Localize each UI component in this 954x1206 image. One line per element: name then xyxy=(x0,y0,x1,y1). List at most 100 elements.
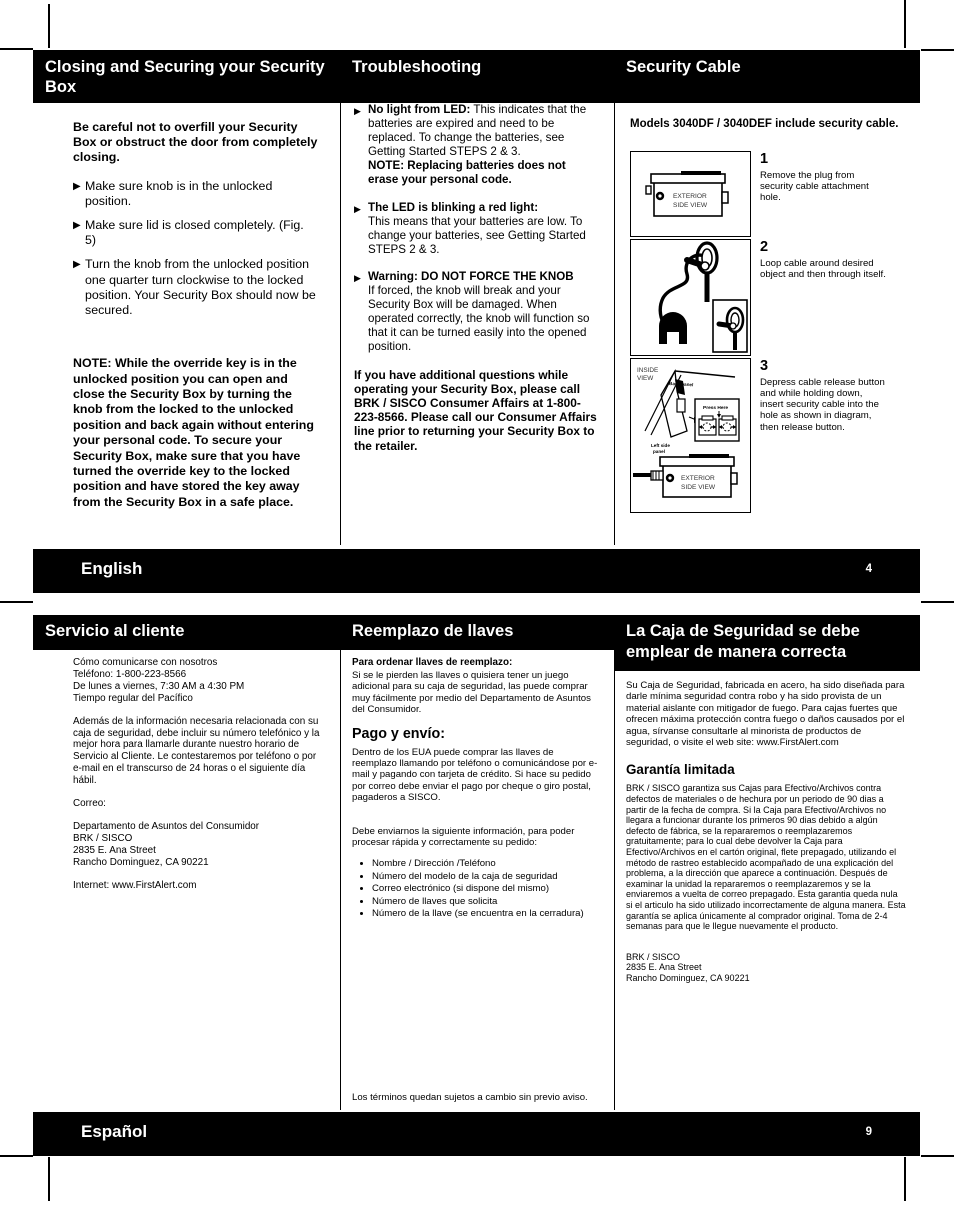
servicio-address-line-1: Departamento de Asuntos del Consumidor xyxy=(73,820,260,832)
cable-step-3-text: Depress cable release button and while h… xyxy=(760,376,885,433)
closing-bullet-3-label: Turn the knob from the unlocked position… xyxy=(85,257,316,318)
closing-bullet-1: ▶ Make sure knob is in the unlocked posi… xyxy=(73,179,318,209)
servicio-contact-line-1: Cómo comunicarse con nosotros xyxy=(73,657,218,668)
page-english: Closing and Securing your Security Box T… xyxy=(33,50,920,545)
servicio-correo-label: Correo: xyxy=(73,798,106,810)
garantia-subheading: Garantía limitada xyxy=(626,762,735,778)
servicio-address-block: Departamento de Asuntos del Consumidor B… xyxy=(73,821,324,869)
section-header-closing-securing-label: Closing and Securing your Security Box xyxy=(45,58,325,96)
troubleshooting-item-3: ▶ Warning: DO NOT FORCE THE KNOB If force… xyxy=(354,270,598,355)
servicio-address-line-2: BRK / SISCO xyxy=(73,832,133,844)
section-header-security-cable: Security Cable xyxy=(614,50,920,103)
closing-bullet-3: ▶ Turn the knob from the unlocked positi… xyxy=(73,257,318,318)
crop-mark-tl-h xyxy=(0,48,33,50)
troubleshooting-item-1-note-label: NOTE xyxy=(368,159,401,173)
section-header-reemplazo-llaves-label: Reemplazo de llaves xyxy=(352,622,514,640)
footer-language-label-english: English xyxy=(81,559,143,578)
list-item: Número del modelo de la caja de segurida… xyxy=(372,871,600,883)
svg-text:Left side: Left side xyxy=(651,443,670,448)
triangle-bullet-icon: ▶ xyxy=(354,203,361,214)
cable-step-2-number: 2 xyxy=(760,238,769,255)
garantia-paragraph: BRK / SISCO garantiza sus Cajas para Efe… xyxy=(626,783,906,932)
section-header-closing-securing: Closing and Securing your Security Box xyxy=(33,50,340,103)
cable-step-1-figure: EXTERIOR SIDE VIEW xyxy=(630,150,751,237)
crop-mark-bl-v xyxy=(48,1157,50,1201)
crop-mark-bl-h xyxy=(0,1155,33,1157)
cable-step-1-number: 1 xyxy=(760,150,769,167)
list-item: Nombre / Dirección /Teléfono xyxy=(372,858,600,870)
crop-mark-tr-v xyxy=(904,0,906,48)
servicio-contact-line-3: De lunes a viernes, 7:30 AM a 4:30 PM xyxy=(73,680,245,692)
servicio-address-line-3: 2835 E. Ana Street xyxy=(73,844,156,856)
reemplazo-paragraph-1: Si se le pierden las llaves o quisiera t… xyxy=(352,669,591,716)
column-reemplazo-llaves: Para ordenar llaves de reemplazo: Si se … xyxy=(340,650,614,1110)
troubleshooting-item-3-title: Warning: DO NOT FORCE THE KNOB xyxy=(368,269,574,283)
cable-step-2: 2 Loop cable around desired object and t… xyxy=(630,238,910,356)
cable-step-3-number: 3 xyxy=(760,357,769,374)
reemplazo-requirements-list: Nombre / Dirección /Teléfono Número del … xyxy=(352,858,600,920)
servicio-address-line-4: Rancho Dominguez, CA 90221 xyxy=(73,856,209,868)
cable-step-1: EXTERIOR SIDE VIEW 1 Remove the plug fro… xyxy=(630,150,910,237)
list-item: Número de la llave (se encuentra en la c… xyxy=(372,908,600,920)
crop-mark-tl-v xyxy=(48,4,50,48)
section-header-caja-seguridad-label: La Caja de Seguridad se debe emplear de … xyxy=(626,622,860,661)
footer-language-label-espanol: Español xyxy=(81,1122,148,1141)
troubleshooting-item-1-title: No light from LED: xyxy=(368,103,471,116)
exterior-side-view-diagram-1: EXTERIOR SIDE VIEW xyxy=(631,151,749,235)
inside-view-diagram: INSIDE VIEW Back panel Left side panel P… xyxy=(631,358,749,511)
triangle-bullet-icon: ▶ xyxy=(354,272,361,283)
svg-text:EXTERIOR: EXTERIOR xyxy=(673,193,707,200)
crop-mark-tr-h xyxy=(921,49,954,51)
list-item: Número de llaves que solicita xyxy=(372,896,600,908)
cable-step-1-text-block: 1 Remove the plug from security cable at… xyxy=(760,151,888,204)
caja-paragraph-1: Su Caja de Seguridad, fabricada en acero… xyxy=(626,680,905,749)
svg-text:EXTERIOR: EXTERIOR xyxy=(681,475,715,482)
triangle-bullet-icon: ▶ xyxy=(73,180,81,192)
troubleshooting-item-3-body: If forced, the knob will break and your … xyxy=(368,284,590,354)
crop-mark-br-h xyxy=(921,1155,954,1157)
servicio-internet: Internet: www.FirstAlert.com xyxy=(73,879,197,891)
footer-espanol: Español 9 xyxy=(33,1112,920,1156)
column-closing-securing: Be careful not to overfill your Security… xyxy=(33,103,340,545)
closing-note: NOTE: While the override key is in the u… xyxy=(73,356,314,509)
page-number-english: 4 xyxy=(865,563,872,575)
garantia-address-block: BRK / SISCO 2835 E. Ana Street Rancho Do… xyxy=(626,952,906,984)
page-espanol: Servicio al cliente Reemplazo de llaves … xyxy=(33,615,920,1110)
garantia-address-line-3: Rancho Dominguez, CA 90221 xyxy=(626,972,750,983)
reemplazo-subheading-ordenar: Para ordenar llaves de reemplazo: xyxy=(352,657,513,668)
security-cable-models: Models 3040DF / 3040DEF include security… xyxy=(630,118,899,130)
svg-text:panel: panel xyxy=(653,449,665,454)
closing-bullet-2-label: Make sure lid is closed completely. (Fig… xyxy=(85,218,304,248)
cable-step-3: INSIDE VIEW Back panel Left side panel P… xyxy=(630,357,910,513)
garantia-address-line-2: 2835 E. Ana Street xyxy=(626,962,702,973)
closing-lead-paragraph: Be careful not to overfill your Security… xyxy=(73,120,318,165)
loop-cable-diagram xyxy=(631,239,749,354)
garantia-address-line-1: BRK / SISCO xyxy=(626,951,681,962)
triangle-bullet-icon: ▶ xyxy=(73,220,81,232)
troubleshooting-item-2-title: The LED is blinking a red light: xyxy=(368,200,539,214)
section-header-servicio-cliente: Servicio al cliente xyxy=(33,615,340,650)
crop-mark-ml-h xyxy=(0,601,33,603)
servicio-contact-line-4: Tiempo regular del Pacífico xyxy=(73,692,193,704)
troubleshooting-item-1: ▶ No light from LED: This indicates that … xyxy=(354,103,598,188)
cable-step-3-text-block: 3 Depress cable release button and while… xyxy=(760,358,888,433)
closing-bullet-1-label: Make sure knob is in the unlocked positi… xyxy=(85,178,273,208)
servicio-contact-block: Cómo comunicarse con nosotros Teléfono: … xyxy=(73,657,324,705)
troubleshooting-item-2-body: This means that your batteries are low. … xyxy=(368,214,586,256)
svg-text:INSIDE: INSIDE xyxy=(637,367,658,374)
svg-text:SIDE VIEW: SIDE VIEW xyxy=(673,202,708,209)
cable-step-2-text: Loop cable around desired object and the… xyxy=(760,257,886,280)
section-header-security-cable-label: Security Cable xyxy=(626,58,741,76)
closing-bullet-2: ▶ Make sure lid is closed completely. (F… xyxy=(73,218,318,248)
section-header-troubleshooting: Troubleshooting xyxy=(340,50,614,103)
reemplazo-paragraph-2: Dentro de los EUA puede comprar las llav… xyxy=(352,746,598,804)
servicio-paragraph-2: Además de la información necesaria relac… xyxy=(73,715,320,787)
column-security-cable: Models 3040DF / 3040DEF include security… xyxy=(614,103,920,545)
cable-step-3-figure: INSIDE VIEW Back panel Left side panel P… xyxy=(630,357,751,513)
triangle-bullet-icon: ▶ xyxy=(73,259,81,271)
column-troubleshooting: ▶ No light from LED: This indicates that … xyxy=(340,103,614,545)
troubleshooting-closing-note: If you have additional questions while o… xyxy=(354,367,597,453)
reemplazo-footer-note: Los términos quedan sujetos a cambio sin… xyxy=(352,1092,588,1104)
crop-mark-br-v xyxy=(904,1157,906,1201)
footer-english: English 4 xyxy=(33,549,920,593)
